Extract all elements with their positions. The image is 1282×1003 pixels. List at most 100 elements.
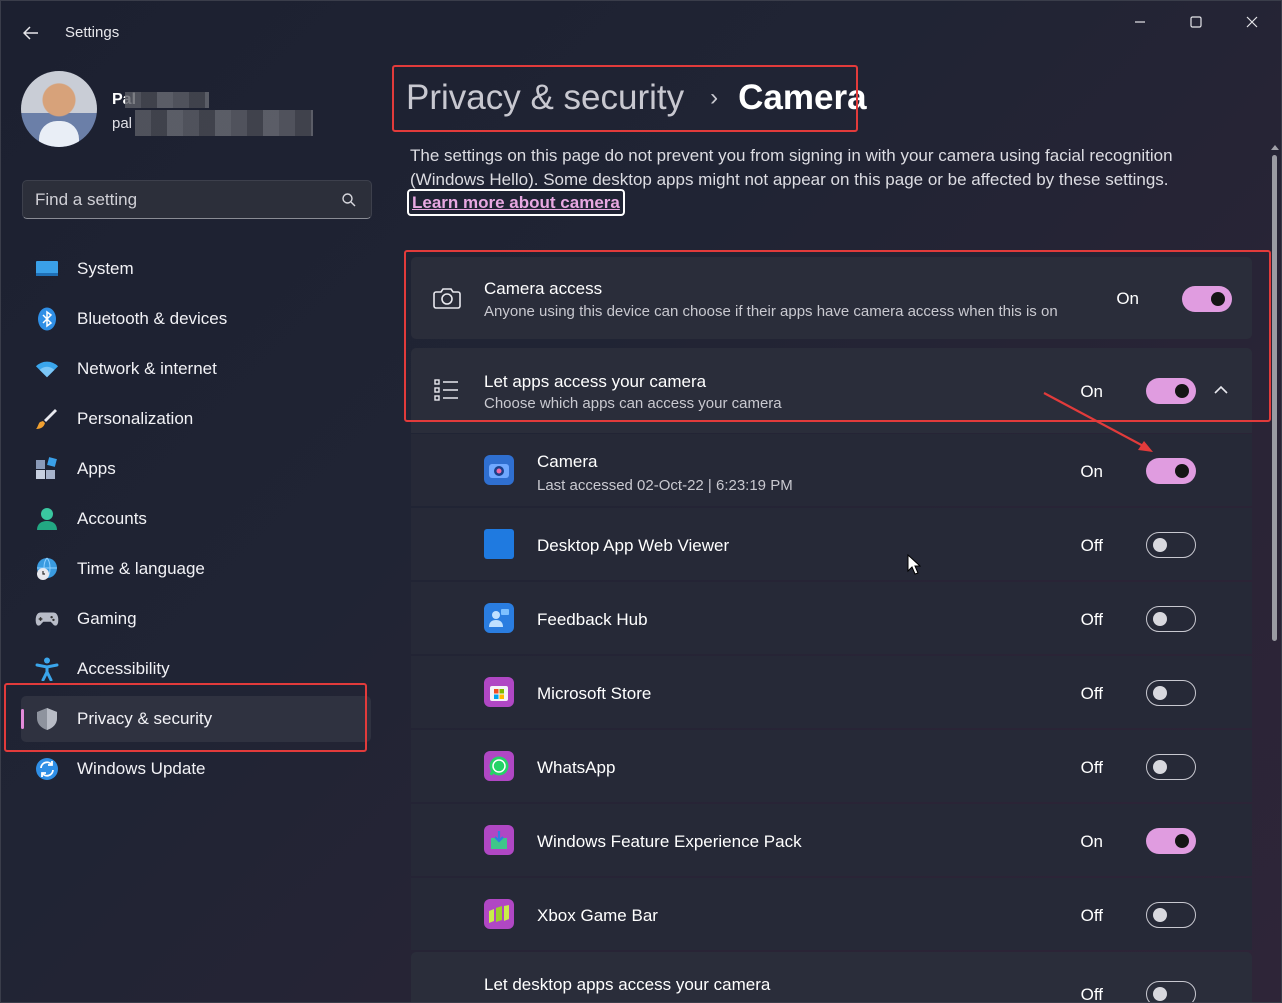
app-name: Xbox Game Bar (537, 906, 658, 925)
profile-email: pal (112, 115, 133, 132)
sidebar-item-label: Apps (77, 459, 116, 478)
app-state: Off (1080, 758, 1103, 777)
app-name: WhatsApp (537, 758, 616, 777)
app-row-desktop-app-web-viewer: Desktop App Web Viewer Off (411, 508, 1252, 580)
learn-more-link[interactable]: Learn more about camera (407, 189, 625, 216)
update-icon (35, 757, 59, 781)
toggle-knob (1153, 908, 1167, 922)
app-toggle-camera[interactable] (1146, 458, 1196, 484)
sidebar-item-time-language[interactable]: Time & language (21, 546, 371, 592)
accounts-icon (35, 507, 59, 531)
maximize-icon (1190, 16, 1202, 28)
toggle-knob (1153, 612, 1167, 626)
sidebar-item-apps[interactable]: Apps (21, 446, 371, 492)
avatar (21, 71, 97, 147)
toggle-knob (1153, 987, 1167, 1001)
sidebar-item-label: Accounts (77, 509, 147, 528)
whatsapp-icon (484, 751, 514, 781)
sidebar-item-bluetooth[interactable]: Bluetooth & devices (21, 296, 371, 342)
app-state: Off (1080, 610, 1103, 629)
sidebar-item-label: Time & language (77, 559, 205, 578)
app-name: Feedback Hub (537, 610, 648, 629)
sidebar-item-windows-update[interactable]: Windows Update (21, 746, 371, 792)
sidebar-item-label: Windows Update (77, 759, 206, 778)
wifi-icon (35, 357, 59, 381)
app-state: Off (1080, 684, 1103, 703)
sidebar-item-network[interactable]: Network & internet (21, 346, 371, 392)
scroll-up-icon[interactable] (1271, 143, 1279, 151)
sidebar-item-accounts[interactable]: Accounts (21, 496, 371, 542)
desktop-apps-title: Let desktop apps access your camera (484, 975, 771, 994)
app-row-feedback-hub: Feedback Hub Off (411, 582, 1252, 654)
maximize-button[interactable] (1173, 7, 1219, 37)
app-state: Off (1080, 536, 1103, 555)
desktop-apps-card: Let desktop apps access your camera Off (411, 952, 1252, 1003)
brush-icon (35, 407, 59, 431)
xbox-game-bar-icon (484, 899, 514, 929)
title-bar: Settings (1, 1, 1281, 61)
annotation-box-sidebar (4, 683, 367, 752)
search-box[interactable] (22, 180, 372, 219)
close-icon (1246, 16, 1258, 28)
app-row-microsoft-store: Microsoft Store Off (411, 656, 1252, 728)
toggle-knob (1153, 760, 1167, 774)
app-name: Camera (537, 452, 598, 471)
sidebar-item-label: Bluetooth & devices (77, 309, 228, 328)
camera-app-icon (484, 455, 514, 485)
sidebar-item-label: Network & internet (77, 359, 217, 378)
page-description: The settings on this page do not prevent… (410, 146, 1173, 189)
back-button[interactable] (15, 19, 47, 47)
app-last-accessed: Last accessed 02-Oct-22 | 6:23:19 PM (537, 477, 793, 494)
app-toggle-feedback-hub[interactable] (1146, 606, 1196, 632)
app-row-xbox-game-bar: Xbox Game Bar Off (411, 878, 1252, 950)
app-toggle-whatsapp[interactable] (1146, 754, 1196, 780)
app-row-whatsapp: WhatsApp Off (411, 730, 1252, 802)
bluetooth-icon (35, 307, 59, 331)
app-row-windows-feature-experience-pack: Windows Feature Experience Pack On (411, 804, 1252, 876)
feedback-hub-icon (484, 603, 514, 633)
redacted-name-block (125, 92, 209, 108)
app-toggle-xbox-game-bar[interactable] (1146, 902, 1196, 928)
settings-window: Settings Pal pal System (0, 0, 1282, 1003)
close-button[interactable] (1229, 7, 1275, 37)
toggle-knob (1175, 834, 1189, 848)
scrollbar-thumb[interactable] (1272, 155, 1277, 641)
redacted-email-block (135, 110, 313, 136)
sidebar-item-personalization[interactable]: Personalization (21, 396, 371, 442)
sidebar-item-label: Accessibility (77, 659, 170, 678)
app-toggle-windows-feature-experience-pack[interactable] (1146, 828, 1196, 854)
annotation-arrow-icon (1043, 392, 1153, 452)
back-arrow-icon (23, 26, 38, 40)
web-viewer-icon (484, 529, 514, 559)
mouse-cursor-icon (907, 554, 921, 575)
sidebar-item-label: Gaming (77, 609, 137, 628)
search-icon[interactable] (341, 192, 357, 208)
desktop-apps-toggle[interactable] (1146, 981, 1196, 1002)
minimize-button[interactable] (1117, 7, 1163, 37)
sidebar-item-gaming[interactable]: Gaming (21, 596, 371, 642)
toggle-knob (1153, 538, 1167, 552)
app-title: Settings (65, 24, 120, 41)
app-state: On (1080, 462, 1103, 481)
app-toggle-desktop-app-web-viewer[interactable] (1146, 532, 1196, 558)
toggle-knob (1175, 464, 1189, 478)
system-icon (35, 257, 59, 281)
minimize-icon (1135, 21, 1145, 23)
app-name: Windows Feature Experience Pack (537, 832, 802, 851)
search-input[interactable] (35, 189, 325, 211)
desktop-apps-state: Off (1080, 985, 1103, 1003)
sidebar-item-label: System (77, 259, 134, 278)
toggle-knob (1153, 686, 1167, 700)
feature-pack-icon (484, 825, 514, 855)
app-state: On (1080, 832, 1103, 851)
sidebar-item-label: Personalization (77, 409, 194, 428)
app-toggle-microsoft-store[interactable] (1146, 680, 1196, 706)
annotation-box-breadcrumb (392, 65, 858, 132)
sidebar-item-system[interactable]: System (21, 246, 371, 292)
app-name: Microsoft Store (537, 684, 652, 703)
gamepad-icon (35, 607, 59, 631)
accessibility-icon (35, 657, 59, 681)
app-name: Desktop App Web Viewer (537, 536, 730, 555)
store-icon (484, 677, 514, 707)
apps-icon (35, 457, 59, 481)
